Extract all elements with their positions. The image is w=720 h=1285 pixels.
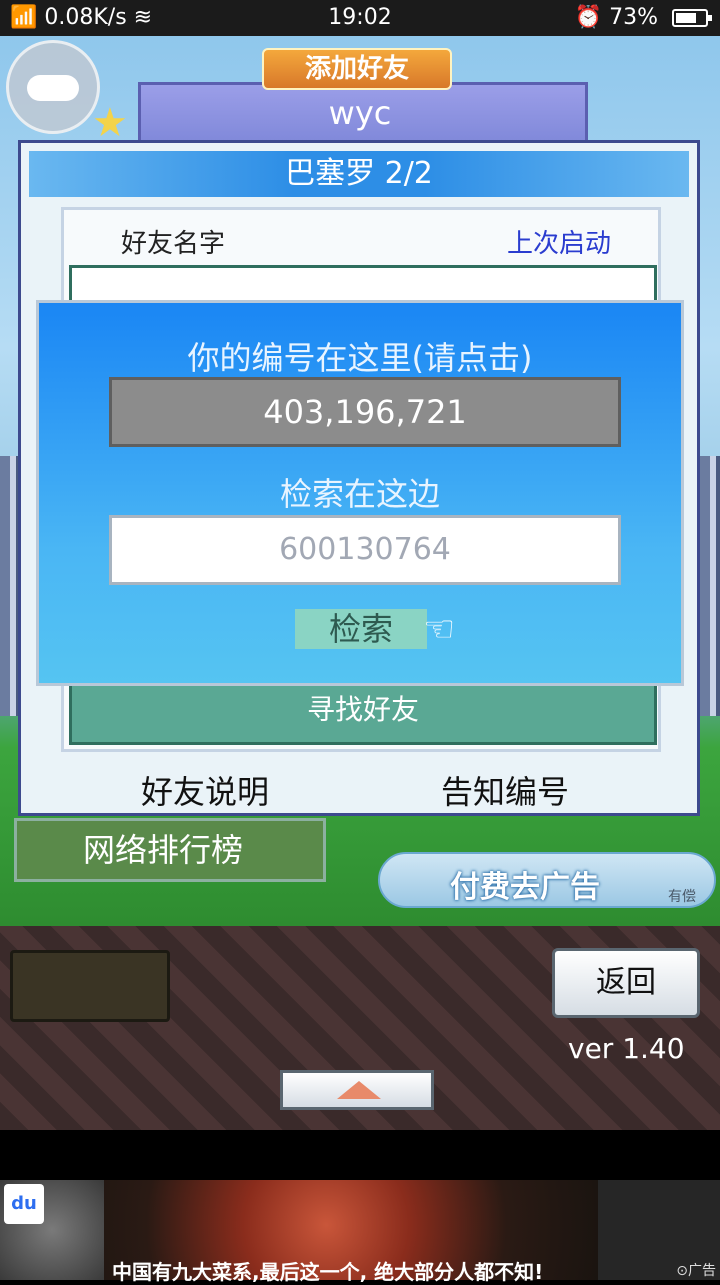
battery-icon <box>672 9 712 27</box>
crowd-left <box>0 456 20 716</box>
search-label: 检索在这边 <box>279 475 440 513</box>
empty-slot <box>10 950 170 1022</box>
id-search-overlay: 你的编号在这里(请点击) 403,196,721 检索在这边 600130764… <box>36 300 684 686</box>
remove-ads-label: 付费去广告 <box>450 870 600 905</box>
bottom-bar: 返回 ver 1.40 <box>0 926 720 1130</box>
ad-text: 中国有九大菜系,最后这一个, 绝大部分人都不知! <box>112 1260 544 1284</box>
battery-percent: ⏰ 73% <box>574 5 658 30</box>
remove-ads-paid-note: 有偿 <box>668 889 696 905</box>
crowd-right <box>700 456 720 716</box>
pointing-hand-icon: ☜ <box>423 609 456 650</box>
user-name: wyc <box>328 94 392 132</box>
version-label: ver 1.40 <box>568 1032 685 1065</box>
back-button[interactable]: 返回 <box>552 948 700 1018</box>
friend-help-button[interactable]: 好友说明 <box>141 767 269 813</box>
status-bar: 📶 0.08K/s ≋ 19:02 ⏰ 73% <box>0 0 720 36</box>
remove-ads-button[interactable]: 付费去广告 有偿 <box>378 852 716 908</box>
column-last-login: 上次启动 <box>507 229 612 259</box>
dialog-title: 巴塞罗 2/2 <box>29 151 689 197</box>
column-friend-name: 好友名字 <box>121 229 226 259</box>
my-id-label: 你的编号在这里(请点击) <box>187 339 533 377</box>
baidu-logo-icon: du <box>4 1184 44 1224</box>
notify-id-button[interactable]: 告知编号 <box>441 767 569 813</box>
find-friend-button[interactable]: 寻找好友 <box>69 677 657 745</box>
my-id-field[interactable]: 403,196,721 <box>109 377 621 447</box>
expand-up-button[interactable] <box>280 1070 434 1110</box>
ad-banner[interactable]: du 中国有九大菜系,最后这一个, 绝大部分人都不知! ⊙广告 <box>0 1180 720 1284</box>
search-input[interactable]: 600130764 <box>109 515 621 585</box>
ranking-button[interactable]: 网络排行榜 <box>14 818 326 882</box>
add-friend-banner: 添加好友 <box>262 48 452 90</box>
search-button[interactable]: 检索 <box>295 609 427 649</box>
arrow-up-icon <box>337 1081 381 1099</box>
ad-tag: ⊙广告 <box>676 1263 716 1279</box>
